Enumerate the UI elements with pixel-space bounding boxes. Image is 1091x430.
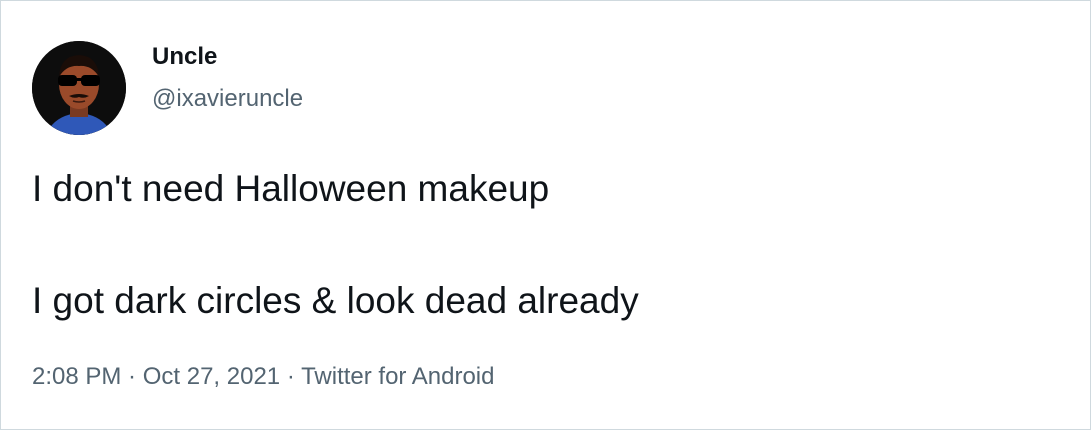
tweet-time[interactable]: 2:08 PM [32, 363, 121, 390]
user-handle[interactable]: @ixavieruncle [152, 85, 303, 113]
tweet-meta: 2:08 PM · Oct 27, 2021 · Twitter for And… [32, 363, 494, 391]
tweet-text-line: I got dark circles & look dead already [32, 280, 639, 321]
meta-separator: · [280, 363, 302, 390]
meta-separator: · [121, 363, 143, 390]
avatar-image [32, 41, 126, 135]
tweet-date[interactable]: Oct 27, 2021 [143, 363, 280, 390]
display-name[interactable]: Uncle [152, 43, 217, 71]
tweet-card: Uncle @ixavieruncle I don't need Hallowe… [0, 0, 1091, 430]
avatar[interactable] [32, 41, 126, 135]
tweet-source[interactable]: Twitter for Android [301, 363, 494, 390]
tweet-text-line: I don't need Halloween makeup [32, 168, 550, 209]
